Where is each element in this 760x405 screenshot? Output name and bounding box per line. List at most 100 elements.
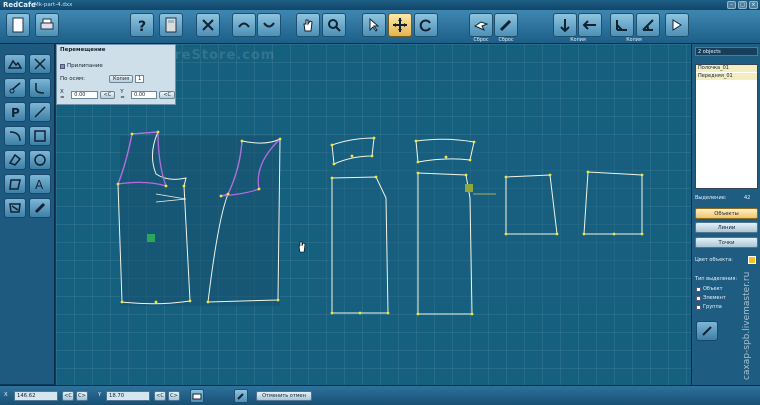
snapshot-button[interactable] [190,389,204,403]
site-watermark: сахар-spb.livemaster.ru [742,271,752,380]
new-document-button[interactable] [6,13,30,37]
square-icon [34,130,46,142]
angle-tool-1-button[interactable] [610,13,634,37]
title-bar: RedCafe Mk-part-4.dxx – □ × [0,0,760,10]
window-controls: – □ × [727,1,758,9]
line-tool-button[interactable] [29,102,51,122]
camera-icon [192,393,202,400]
snap-checkbox[interactable] [60,63,65,69]
exit-button[interactable] [665,13,689,37]
app-window: RedCafe Mk-part-4.dxx – □ × ? Сброс Сбро… [0,0,760,405]
question-icon: ? [138,19,146,33]
cursor-y-field[interactable]: 18.70 [106,391,150,401]
close-button[interactable]: × [749,1,758,9]
tool-marker-button[interactable] [696,321,718,341]
cut-button[interactable] [196,13,220,37]
calculator-icon [165,17,177,33]
mirror-horizontal-button[interactable] [578,13,602,37]
needle-icon [702,326,712,336]
reset-tool-1-button[interactable] [469,13,493,37]
anchor-marker[interactable] [147,234,155,242]
group-checkbox[interactable] [696,304,701,310]
calculator-button[interactable] [159,13,183,37]
y-label: Y = [120,89,125,101]
select-button[interactable] [362,13,386,37]
cancel-undo-button[interactable]: Отменить отмен [256,391,312,401]
rotate-icon [419,19,431,32]
mirror-side-icon [582,20,596,30]
minimize-button[interactable]: – [727,1,736,9]
object-checkbox[interactable] [696,286,701,292]
redo-icon [263,22,275,28]
dart-tool-button[interactable] [4,174,26,194]
seam-tool-button[interactable] [4,198,26,218]
mirror-vertical-button[interactable] [553,13,577,37]
svg-text:A: A [35,178,44,191]
object-item[interactable]: Передняя_01 [696,73,757,80]
arc-tool-button[interactable] [4,126,26,146]
x-c-right-button[interactable]: C> [76,391,88,401]
reset-label-2: Сброс [498,38,514,43]
svg-text:?: ? [138,19,146,33]
main-toolbar: ? Сброс Сброс Копия Копия [0,10,760,44]
maximize-button[interactable]: □ [738,1,747,9]
rotate-button[interactable] [414,13,438,37]
scissors-tool-button[interactable] [29,54,51,74]
cut-tool-button[interactable] [4,78,26,98]
object-color-label: Цвет объекта: [695,257,733,263]
document-icon [12,17,24,33]
letter-p-icon: P [11,106,20,119]
objects-header: 2 objects [695,47,758,56]
angle-icon [616,20,627,31]
mountain-tool-button[interactable] [4,54,26,74]
move-handle[interactable] [465,184,473,192]
tool-settings-button[interactable] [234,389,248,403]
redo-button[interactable] [257,13,281,37]
curve-tool-button[interactable] [29,78,51,98]
pleat-icon [8,153,22,166]
print-button[interactable] [35,13,59,37]
element-option-label: Элемент [703,295,726,301]
x-c-left-button[interactable]: <C [62,391,74,401]
status-bar: X 146.62 <C C> Y 18.70 <C C> Отменить от… [0,385,760,405]
copy-button[interactable]: Копия [108,75,134,83]
cursor-x-field[interactable]: 146.62 [14,391,58,401]
object-color-swatch[interactable] [748,256,756,264]
arrow-cursor-icon [369,17,380,32]
select-type-label: Тип выделения: [695,276,738,282]
help-button[interactable]: ? [130,13,154,37]
y-c-right-button[interactable]: C> [168,391,180,401]
y-c-left-button[interactable]: <C [154,391,166,401]
object-list[interactable]: Полочка_01 Передняя_01 [695,64,758,189]
arc-icon [9,131,21,142]
y-c-button[interactable]: <C [159,91,175,99]
zoom-button[interactable] [322,13,346,37]
copy-count-field[interactable]: 1 [135,75,145,83]
rectangle-tool-button[interactable] [29,126,51,146]
marker-icon [34,202,46,214]
text-tool-button[interactable]: A [29,174,51,194]
x-offset-input[interactable]: 0.00 [71,91,98,99]
angle-tool-2-button[interactable] [636,13,660,37]
dart-icon [9,179,21,190]
objects-mode-button[interactable]: Объекты [695,208,758,219]
reset-tool-2-button[interactable] [494,13,518,37]
pleat-tool-button[interactable] [4,150,26,170]
circle-tool-button[interactable] [29,150,51,170]
undo-button[interactable] [232,13,256,37]
object-item[interactable]: Полочка_01 [696,65,757,72]
lines-mode-button[interactable]: Линии [695,222,758,233]
undo-icon [238,22,250,28]
pan-button[interactable] [296,13,320,37]
object-option-label: Объект [703,286,723,292]
letter-a-icon: A [35,178,44,191]
marker-tool-button[interactable] [29,198,51,218]
points-mode-button[interactable]: Точки [695,237,758,248]
point-tool-button[interactable]: P [4,102,26,122]
element-checkbox[interactable] [696,295,701,301]
x-c-button[interactable]: <C [99,91,116,99]
move-button[interactable] [388,13,412,37]
mountain-icon [8,59,22,69]
move-panel: Перемещение Прилипание По осям: Копия 1 … [56,44,176,105]
y-offset-input[interactable]: 0.00 [131,91,158,99]
